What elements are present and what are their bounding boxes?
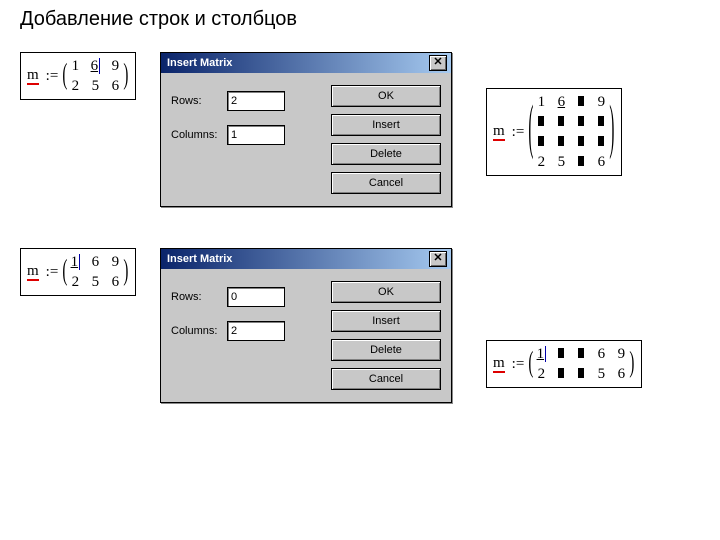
matrix-var: m — [493, 356, 505, 373]
assign-op: := — [512, 124, 525, 141]
columns-input[interactable] — [227, 125, 285, 145]
cell: 1 — [536, 346, 546, 363]
ok-button[interactable]: OK — [331, 85, 441, 107]
cell: 6 — [110, 274, 120, 291]
cell: 1 — [536, 94, 546, 111]
cell — [536, 114, 546, 131]
cell: 6 — [616, 366, 626, 383]
delete-button[interactable]: Delete — [331, 143, 441, 165]
cell — [576, 154, 586, 171]
matrix-expression-1: m := ( 1 6 9 2 5 6 ) — [20, 52, 136, 100]
cell — [556, 346, 566, 363]
cell: 6 — [596, 154, 606, 171]
matrix-expression-2: m := ( 1 6 9 2 5 6 ) — [486, 88, 622, 176]
cell: 2 — [536, 366, 546, 383]
cell: 5 — [90, 274, 100, 291]
cell: 9 — [110, 254, 120, 271]
matrix-var: m — [493, 124, 505, 141]
cell: 9 — [616, 346, 626, 363]
insert-matrix-dialog-1: Insert Matrix ✕ Rows: Columns: OK Insert… — [160, 52, 452, 207]
left-paren: ( — [527, 347, 534, 381]
cancel-button[interactable]: Cancel — [331, 368, 441, 390]
cell — [576, 114, 586, 131]
close-icon[interactable]: ✕ — [429, 251, 447, 267]
assign-op: := — [46, 264, 59, 281]
right-paren: ) — [628, 347, 635, 381]
right-paren: ) — [122, 255, 129, 289]
right-paren: ) — [122, 59, 129, 93]
left-paren: ( — [527, 98, 534, 166]
left-paren: ( — [61, 255, 68, 289]
rows-label: Rows: — [171, 95, 227, 107]
cell: 9 — [110, 58, 120, 75]
cell — [576, 94, 586, 111]
cell: 6 — [110, 78, 120, 95]
dialog-title: Insert Matrix — [165, 57, 232, 69]
cell — [556, 366, 566, 383]
cell: 6 — [596, 346, 606, 363]
matrix-grid: 1 6 9 2 5 6 — [70, 253, 120, 291]
cell: 2 — [536, 154, 546, 171]
cell: 6 — [556, 94, 566, 111]
insert-matrix-dialog-2: Insert Matrix ✕ Rows: Columns: OK Insert… — [160, 248, 452, 403]
rows-input[interactable] — [227, 91, 285, 111]
cell: 5 — [596, 366, 606, 383]
columns-input[interactable] — [227, 321, 285, 341]
cell: 5 — [556, 154, 566, 171]
rows-label: Rows: — [171, 291, 227, 303]
matrix-expression-3: m := ( 1 6 9 2 5 6 ) — [20, 248, 136, 296]
dialog-titlebar: Insert Matrix ✕ — [161, 53, 451, 73]
cell — [576, 366, 586, 383]
cell: 1 — [70, 254, 80, 271]
matrix-expression-4: m := ( 1 6 9 2 5 6 ) — [486, 340, 642, 388]
columns-label: Columns: — [171, 325, 227, 337]
matrix-grid: 1 6 9 2 5 6 — [536, 93, 606, 171]
delete-button[interactable]: Delete — [331, 339, 441, 361]
cell — [576, 134, 586, 151]
cell — [596, 114, 606, 131]
left-paren: ( — [61, 59, 68, 93]
cell: 2 — [70, 78, 80, 95]
assign-op: := — [46, 68, 59, 85]
assign-op: := — [512, 356, 525, 373]
cell — [596, 134, 606, 151]
cell — [536, 134, 546, 151]
cell: 9 — [596, 94, 606, 111]
cell — [556, 114, 566, 131]
cell: 6 — [90, 58, 100, 75]
insert-button[interactable]: Insert — [331, 310, 441, 332]
cell: 1 — [70, 58, 80, 75]
cell — [556, 134, 566, 151]
right-paren: ) — [608, 98, 615, 166]
columns-label: Columns: — [171, 129, 227, 141]
cell: 2 — [70, 274, 80, 291]
close-icon[interactable]: ✕ — [429, 55, 447, 71]
dialog-titlebar: Insert Matrix ✕ — [161, 249, 451, 269]
rows-input[interactable] — [227, 287, 285, 307]
matrix-var: m — [27, 264, 39, 281]
matrix-grid: 1 6 9 2 5 6 — [70, 57, 120, 95]
cell — [576, 346, 586, 363]
matrix-grid: 1 6 9 2 5 6 — [536, 345, 626, 383]
insert-button[interactable]: Insert — [331, 114, 441, 136]
cell: 5 — [90, 78, 100, 95]
ok-button[interactable]: OK — [331, 281, 441, 303]
cancel-button[interactable]: Cancel — [331, 172, 441, 194]
dialog-title: Insert Matrix — [165, 253, 232, 265]
cell: 6 — [90, 254, 100, 271]
page-title: Добавление строк и столбцов — [20, 8, 297, 31]
matrix-var: m — [27, 68, 39, 85]
